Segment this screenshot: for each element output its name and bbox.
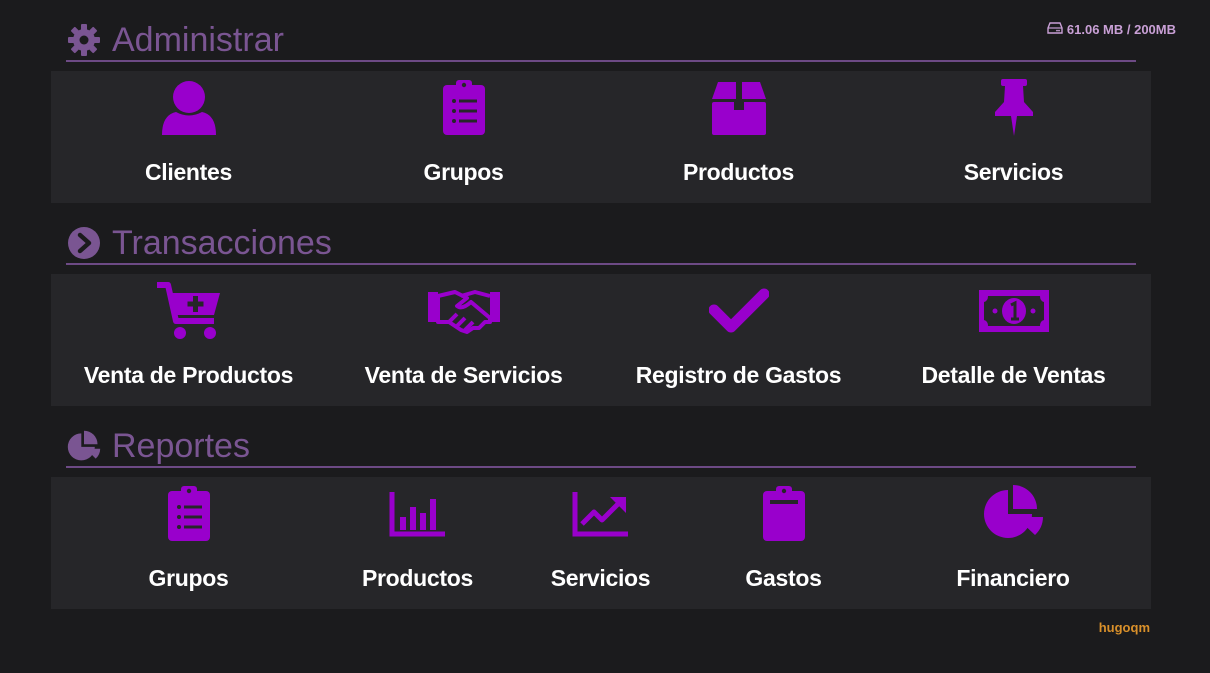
- tile-reporte-grupos[interactable]: Grupos: [51, 477, 326, 609]
- section-title-administrar: Administrar: [66, 20, 1136, 62]
- tile-label: Servicios: [550, 565, 651, 591]
- box-icon: [710, 77, 768, 139]
- clipboard-icon: [761, 483, 807, 545]
- trend-chart-icon: [572, 483, 630, 545]
- tile-label: Registro de Gastos: [635, 362, 842, 388]
- tile-detalle-ventas[interactable]: Detalle de Ventas: [876, 274, 1151, 406]
- tile-label: Productos: [682, 159, 795, 185]
- section-title-text: Administrar: [112, 20, 284, 59]
- panel-transacciones: Venta de Productos Venta de Servicios Re…: [51, 274, 1151, 406]
- bar-chart-icon: [389, 483, 447, 545]
- tile-reporte-productos[interactable]: Productos: [326, 477, 509, 609]
- tile-label: Venta de Productos: [83, 362, 294, 388]
- tile-reporte-financiero[interactable]: Financiero: [875, 477, 1151, 609]
- tile-label: Gastos: [745, 565, 822, 591]
- tile-productos[interactable]: Productos: [601, 71, 876, 203]
- tile-label: Clientes: [144, 159, 233, 185]
- pushpin-icon: [991, 77, 1037, 139]
- panel-reportes: Grupos Productos Servicios Gastos Financ…: [51, 477, 1151, 609]
- section-title-transacciones: Transacciones: [66, 223, 1136, 265]
- tile-reporte-servicios[interactable]: Servicios: [509, 477, 692, 609]
- panel-administrar: Clientes Grupos Productos Servicios: [51, 71, 1151, 203]
- tile-grupos[interactable]: Grupos: [326, 71, 601, 203]
- chevron-circle-right-icon: [66, 225, 102, 261]
- handshake-icon: [427, 280, 501, 342]
- gear-icon: [66, 22, 102, 58]
- section-title-text: Transacciones: [112, 223, 332, 262]
- tile-label: Servicios: [963, 159, 1064, 185]
- tile-label: Financiero: [956, 565, 1070, 591]
- pie-chart-icon: [980, 483, 1046, 545]
- check-icon: [708, 280, 769, 342]
- tile-label: Detalle de Ventas: [921, 362, 1106, 388]
- tile-venta-productos[interactable]: Venta de Productos: [51, 274, 326, 406]
- footer-username[interactable]: hugoqm: [1099, 620, 1150, 635]
- user-icon: [160, 77, 218, 139]
- section-title-reportes: Reportes: [66, 426, 1136, 468]
- cart-plus-icon: [156, 280, 222, 342]
- clipboard-list-icon: [166, 483, 212, 545]
- clipboard-list-icon: [441, 77, 487, 139]
- tile-clientes[interactable]: Clientes: [51, 71, 326, 203]
- tile-label: Venta de Servicios: [364, 362, 563, 388]
- tile-registro-gastos[interactable]: Registro de Gastos: [601, 274, 876, 406]
- tile-reporte-gastos[interactable]: Gastos: [692, 477, 875, 609]
- tile-label: Grupos: [148, 565, 229, 591]
- tile-venta-servicios[interactable]: Venta de Servicios: [326, 274, 601, 406]
- section-title-text: Reportes: [112, 426, 250, 465]
- tile-label: Grupos: [423, 159, 504, 185]
- pie-chart-icon: [66, 428, 102, 464]
- tile-servicios[interactable]: Servicios: [876, 71, 1151, 203]
- money-bill-icon: [978, 280, 1050, 342]
- tile-label: Productos: [361, 565, 474, 591]
